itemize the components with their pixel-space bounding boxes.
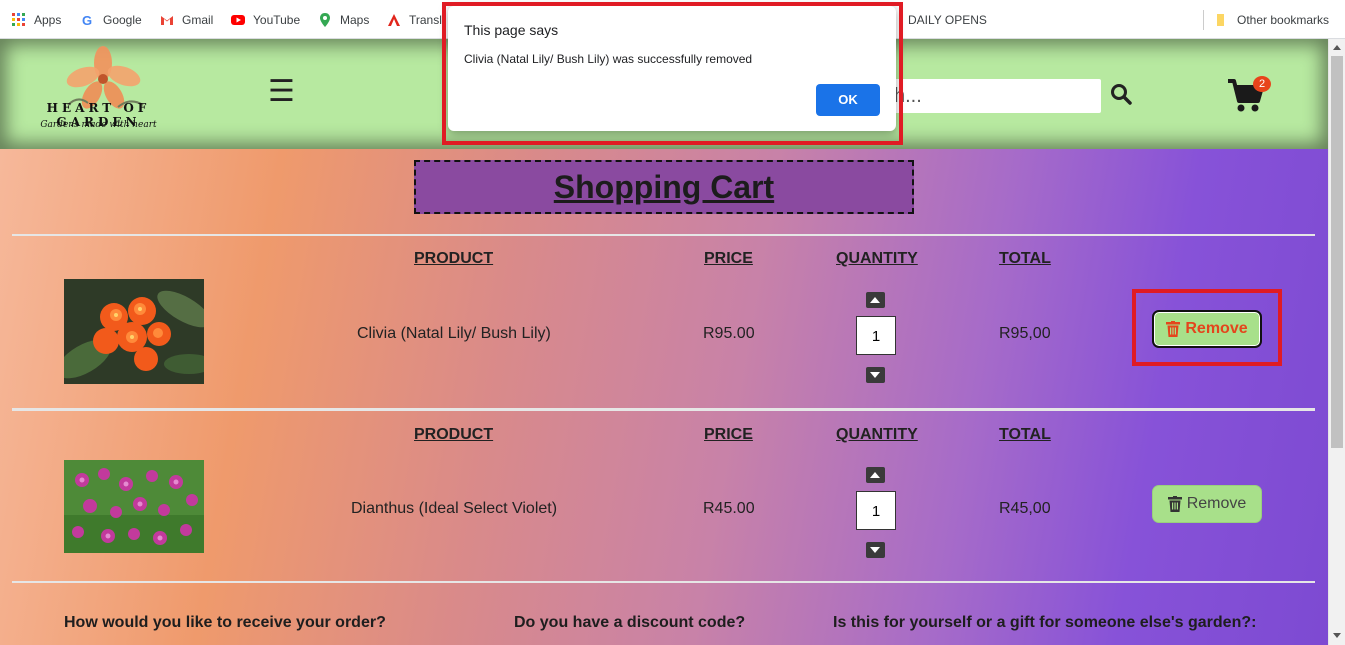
divider xyxy=(12,581,1315,583)
menu-hamburger-icon[interactable]: ☰ xyxy=(268,77,295,107)
remove-label: Remove xyxy=(1186,495,1247,512)
bookmark-maps[interactable]: Maps xyxy=(318,12,369,28)
gmail-icon xyxy=(161,16,173,25)
product-name: Dianthus (Ideal Select Violet) xyxy=(351,500,558,517)
product-image-clivia xyxy=(64,279,204,384)
bookmark-youtube[interactable]: YouTube xyxy=(231,12,300,28)
search-icon[interactable] xyxy=(1110,83,1132,105)
product-price: R45.00 xyxy=(703,500,755,517)
folder-icon xyxy=(1217,14,1224,26)
google-icon: G xyxy=(82,13,92,27)
maps-icon xyxy=(320,13,330,27)
apps-grid-icon xyxy=(12,13,25,26)
search-input[interactable]: h... xyxy=(888,79,1101,113)
trash-icon xyxy=(1167,496,1182,512)
bookmarks-divider xyxy=(1203,10,1204,30)
product-total: R95,00 xyxy=(999,325,1051,342)
column-header-price: PRICE xyxy=(704,426,753,443)
cart-count-badge: 2 xyxy=(1253,76,1271,92)
bookmark-label: Transl xyxy=(409,13,442,27)
divider xyxy=(12,408,1315,411)
column-header-product: PRODUCT xyxy=(414,250,494,267)
scroll-down-icon[interactable] xyxy=(1333,633,1341,638)
delivery-question: How would you like to receive your order… xyxy=(64,614,386,631)
bookmark-google[interactable]: G Google xyxy=(81,12,142,28)
bookmark-translate[interactable]: Transl xyxy=(387,12,442,28)
highlight-box xyxy=(1132,289,1282,366)
site-logo[interactable]: HEART OF GARDEN Gardens made with heart xyxy=(6,45,191,143)
discount-question: Do you have a discount code? xyxy=(514,614,746,631)
product-price: R95.00 xyxy=(703,325,755,342)
highlight-box xyxy=(442,2,903,145)
bookmark-label: Gmail xyxy=(182,13,214,27)
bookmark-label: Apps xyxy=(34,13,62,27)
youtube-icon xyxy=(231,15,245,25)
quantity-increase-button[interactable] xyxy=(866,292,885,308)
bookmark-label: Maps xyxy=(340,13,370,27)
product-image-dianthus xyxy=(64,460,204,553)
scroll-thumb[interactable] xyxy=(1331,56,1343,448)
column-header-total: TOTAL xyxy=(999,250,1051,267)
product-total: R45,00 xyxy=(999,500,1051,517)
bookmark-apps[interactable]: Apps xyxy=(12,12,61,28)
quantity-input[interactable]: 1 xyxy=(856,316,896,355)
bookmark-daily-opens[interactable]: DAILY OPENS xyxy=(908,12,987,28)
quantity-input[interactable]: 1 xyxy=(856,491,896,530)
bookmark-label: DAILY OPENS xyxy=(908,13,987,27)
page-title: Shopping Cart xyxy=(414,160,914,214)
vertical-scrollbar[interactable] xyxy=(1328,39,1345,645)
logo-subtitle: Gardens made with heart xyxy=(40,120,157,130)
acrobat-icon xyxy=(388,14,400,26)
divider xyxy=(12,234,1315,236)
svg-text:G: G xyxy=(82,13,92,27)
product-name: Clivia (Natal Lily/ Bush Lily) xyxy=(357,325,551,342)
bookmark-gmail[interactable]: Gmail xyxy=(160,12,213,28)
column-header-product: PRODUCT xyxy=(414,426,494,443)
quantity-increase-button[interactable] xyxy=(866,467,885,483)
column-header-total: TOTAL xyxy=(999,426,1051,443)
scroll-up-icon[interactable] xyxy=(1333,45,1341,50)
gift-question: Is this for yourself or a gift for someo… xyxy=(833,614,1257,631)
column-header-price: PRICE xyxy=(704,250,753,267)
column-header-quantity: QUANTITY xyxy=(836,426,918,443)
column-header-quantity: QUANTITY xyxy=(836,250,918,267)
bookmark-label: YouTube xyxy=(253,13,301,27)
bookmark-other[interactable]: Other bookmarks xyxy=(1215,12,1329,28)
quantity-decrease-button[interactable] xyxy=(866,367,885,383)
bookmark-label: Google xyxy=(103,13,142,27)
remove-button[interactable]: Remove xyxy=(1152,485,1262,523)
cart-content: Shopping Cart PRODUCT PRICE QUANTITY TOT… xyxy=(0,149,1328,645)
quantity-decrease-button[interactable] xyxy=(866,542,885,558)
bookmark-label: Other bookmarks xyxy=(1237,13,1330,27)
